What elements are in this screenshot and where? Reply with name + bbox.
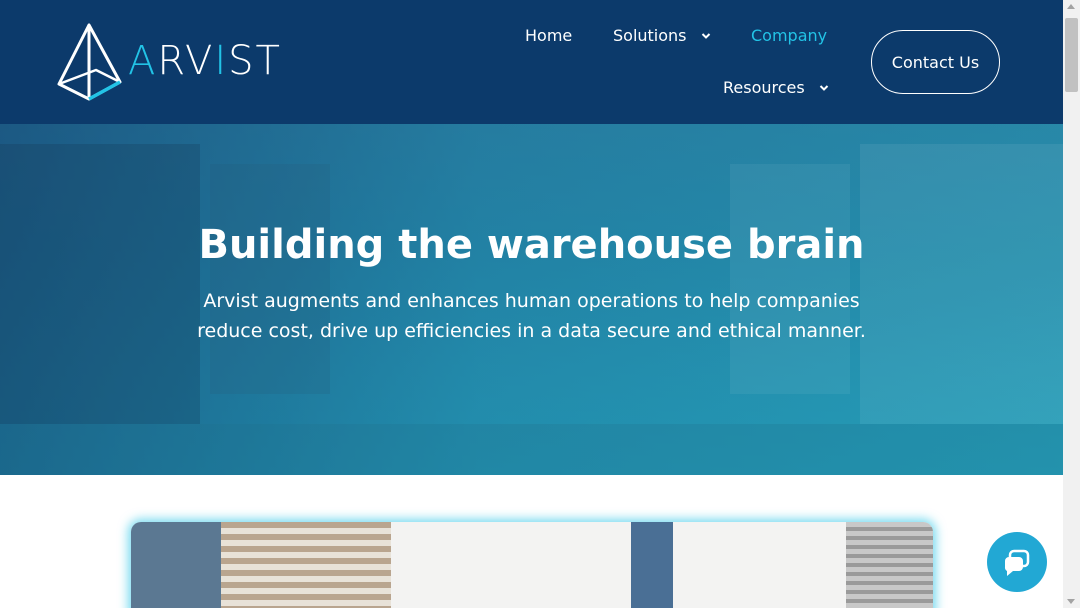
scrollbar-thumb[interactable] bbox=[1065, 18, 1078, 92]
nav-solutions-label: Solutions bbox=[613, 26, 687, 45]
building-image bbox=[131, 522, 221, 608]
nav-resources[interactable]: Resources bbox=[723, 78, 829, 97]
nav-resources-label: Resources bbox=[723, 78, 805, 97]
building-image bbox=[846, 522, 933, 608]
nav-solutions[interactable]: Solutions bbox=[613, 26, 711, 45]
warehouse-shelf-right-2 bbox=[730, 164, 850, 394]
hero-title: Building the warehouse brain bbox=[198, 222, 865, 268]
scroll-down-arrow-icon[interactable] bbox=[1067, 599, 1075, 604]
hero-subtitle: Arvist augments and enhances human opera… bbox=[197, 290, 866, 342]
arvist-logo[interactable]: ARVIST bbox=[56, 22, 281, 102]
nav-company[interactable]: Company bbox=[751, 26, 827, 45]
building-image bbox=[221, 522, 391, 608]
nav-home-label: Home bbox=[525, 26, 573, 45]
site-header: ARVIST Home Solutions Company Resources … bbox=[0, 0, 1063, 124]
warehouse-shelf-left-2 bbox=[210, 164, 330, 394]
warehouse-shelf-right bbox=[860, 144, 1063, 424]
chat-widget-button[interactable] bbox=[987, 532, 1047, 592]
hero-banner: Building the warehouse brain Arvist augm… bbox=[0, 124, 1063, 475]
prism-logo-icon bbox=[57, 23, 122, 101]
nav-company-label: Company bbox=[751, 26, 828, 45]
warehouse-shelf-left bbox=[0, 144, 200, 424]
warehouse-floor bbox=[0, 424, 1063, 475]
contact-us-button[interactable]: Contact Us bbox=[871, 30, 1000, 94]
scroll-up-arrow-icon[interactable] bbox=[1067, 4, 1075, 9]
chat-bubble-icon bbox=[1004, 549, 1030, 576]
city-image-card bbox=[131, 522, 933, 608]
chevron-down-icon bbox=[819, 84, 828, 91]
chevron-down-icon bbox=[701, 32, 710, 39]
logo-wordmark: ARVIST bbox=[128, 38, 282, 84]
nav-home[interactable]: Home bbox=[525, 26, 572, 45]
building-image bbox=[631, 522, 673, 608]
page-scrollbar[interactable] bbox=[1063, 0, 1080, 608]
